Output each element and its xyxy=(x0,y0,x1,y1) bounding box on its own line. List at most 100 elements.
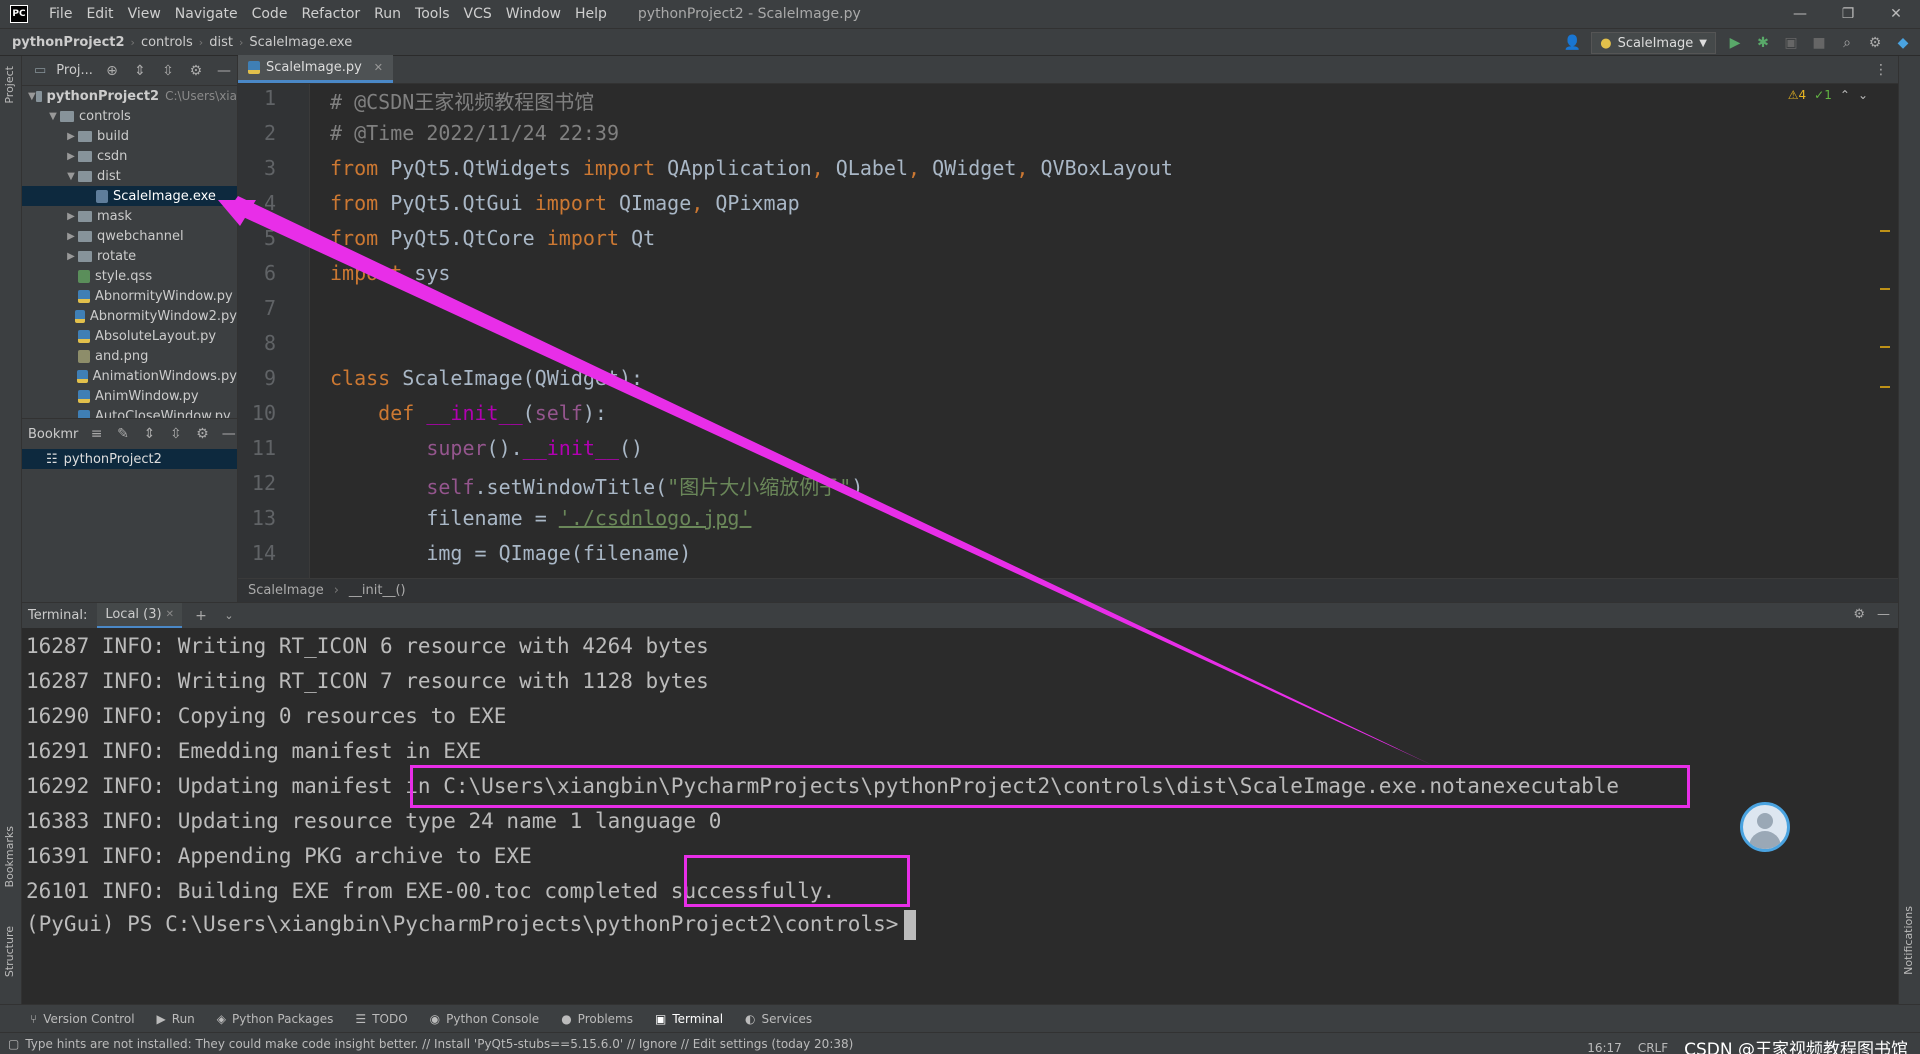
search-icon[interactable]: ⌕ xyxy=(1838,34,1856,52)
edit-icon[interactable]: ✎ xyxy=(115,425,131,443)
menu-edit[interactable]: Edit xyxy=(79,6,120,22)
code-line[interactable]: class ScaleImage(QWidget): xyxy=(330,366,643,390)
restore-button[interactable]: ❐ xyxy=(1824,0,1872,28)
stop-icon[interactable]: ■ xyxy=(1810,34,1828,52)
tree-item-build[interactable]: ▶ build xyxy=(22,126,237,146)
list-icon[interactable]: ≡ xyxy=(88,425,104,443)
pycharm-logo-icon[interactable]: PC xyxy=(10,5,28,23)
user-icon[interactable]: 👤 xyxy=(1563,34,1581,52)
code-line[interactable]: from PyQt5.QtWidgets import QApplication… xyxy=(330,156,1173,180)
tree-item-mask[interactable]: ▶ mask xyxy=(22,206,237,226)
more-icon[interactable]: ⋮ xyxy=(1872,61,1890,79)
chevron-right-icon[interactable]: ▶ xyxy=(64,131,78,142)
gear-icon[interactable]: ⚙ xyxy=(1866,34,1884,52)
tree-item-qwebchannel[interactable]: ▶ qwebchannel xyxy=(22,226,237,246)
breadcrumb-controls[interactable]: controls xyxy=(141,35,193,50)
tree-item-autoclosewindow-py[interactable]: AutoCloseWindow.py xyxy=(22,406,237,418)
avatar[interactable] xyxy=(1740,802,1790,852)
chevron-right-icon[interactable]: ▶ xyxy=(64,231,78,242)
gear-icon[interactable]: ⚙ xyxy=(194,425,210,443)
caret-position[interactable]: 16:17 xyxy=(1587,1041,1622,1054)
project-tool-tab[interactable]: Project xyxy=(3,66,16,104)
line-number-gutter[interactable]: 1 2 3 4 5 6 7 8 9 10 11 12 13 14 xyxy=(238,84,310,578)
code-line[interactable]: img = QImage(filename) xyxy=(330,541,691,565)
code-line[interactable]: # @Time 2022/11/24 22:39 xyxy=(330,121,619,145)
code-line[interactable]: def __init__(self): xyxy=(330,401,607,425)
tree-root[interactable]: ▼ pythonProject2 C:\Users\xia xyxy=(22,86,237,106)
tree-item-controls[interactable]: ▼ controls xyxy=(22,106,237,126)
terminal-output[interactable]: 16287 INFO: Writing RT_ICON 6 resource w… xyxy=(22,628,1898,1004)
minimize-button[interactable]: — xyxy=(1776,0,1824,28)
close-button[interactable]: ✕ xyxy=(1872,0,1920,28)
tree-item-abnormitywindow-py[interactable]: AbnormityWindow.py xyxy=(22,286,237,306)
bookmarks-panel-title[interactable]: Bookmr xyxy=(28,427,78,442)
breadcrumb-method[interactable]: __init__() xyxy=(349,583,406,598)
expand-all-icon[interactable]: ⇕ xyxy=(131,62,149,80)
chevron-right-icon[interactable]: ▶ xyxy=(64,251,78,262)
tree-item-animwindow-py[interactable]: AnimWindow.py xyxy=(22,386,237,406)
project-panel-title[interactable]: Proj... xyxy=(56,63,93,78)
tool-python-console[interactable]: ◉ Python Console xyxy=(430,1012,540,1026)
bookmark-item[interactable]: ☷ pythonProject2 xyxy=(22,449,237,469)
gear-icon[interactable]: ⚙ xyxy=(1853,607,1865,622)
warning-stripe-marker[interactable] xyxy=(1880,346,1890,348)
notifications-tool-tab[interactable]: Notifications xyxy=(1902,906,1915,975)
code-line[interactable]: from PyQt5.QtCore import Qt xyxy=(330,226,655,250)
hide-icon[interactable]: — xyxy=(215,62,233,80)
debug-icon[interactable]: ✱ xyxy=(1754,34,1772,52)
breadcrumb-file[interactable]: ScaleImage.exe xyxy=(249,35,352,50)
menu-refactor[interactable]: Refactor xyxy=(294,6,367,22)
breadcrumb-project[interactable]: pythonProject2 xyxy=(12,35,125,50)
warning-stripe-marker[interactable] xyxy=(1880,386,1890,388)
code-line[interactable]: super().__init__() xyxy=(330,436,643,460)
tab-local-3[interactable]: Local (3) ✕ xyxy=(97,602,182,629)
tool-terminal[interactable]: ▣ Terminal xyxy=(655,1012,723,1026)
code-line[interactable]: # @CSDN王家视频教程图书馆 xyxy=(330,86,594,115)
code-editor[interactable]: 1 2 3 4 5 6 7 8 9 10 11 12 13 14 ⚠4 ✓1 ⌃ ⌄ # @CSDN王家视… xyxy=(238,84,1898,578)
line-separator[interactable]: CRLF xyxy=(1638,1041,1668,1054)
menu-navigate[interactable]: Navigate xyxy=(168,6,245,22)
menu-tools[interactable]: Tools xyxy=(408,6,457,22)
tree-item-and-png[interactable]: and.png xyxy=(22,346,237,366)
tab-scaleimage-py[interactable]: ScaleImage.py ✕ xyxy=(238,55,393,83)
tool-problems[interactable]: ● Problems xyxy=(561,1012,633,1026)
warning-stripe-marker[interactable] xyxy=(1880,230,1890,232)
menu-run[interactable]: Run xyxy=(367,6,408,22)
run-configuration-select[interactable]: ● ScaleImage ▼ xyxy=(1591,32,1716,54)
hide-icon[interactable]: — xyxy=(1877,607,1890,622)
chevron-right-icon[interactable]: ▶ xyxy=(64,211,78,222)
menu-window[interactable]: Window xyxy=(499,6,568,22)
menu-help[interactable]: Help xyxy=(568,6,614,22)
warning-stripe-marker[interactable] xyxy=(1880,288,1890,290)
tree-item-dist[interactable]: ▼ dist xyxy=(22,166,237,186)
tree-item-csdn[interactable]: ▶ csdn xyxy=(22,146,237,166)
tree-item-scaleimage-exe[interactable]: ScaleImage.exe xyxy=(22,186,237,206)
chevron-down-icon[interactable]: ▼ xyxy=(64,171,78,182)
tool-todo[interactable]: ☰ TODO xyxy=(355,1012,407,1026)
chevron-down-icon[interactable]: ▼ xyxy=(46,111,60,122)
chevron-up-icon[interactable]: ⌃ xyxy=(1840,88,1850,102)
bookmarks-tool-tab[interactable]: Bookmarks xyxy=(3,826,16,887)
chevron-right-icon[interactable]: ▶ xyxy=(64,151,78,162)
tree-item-absolutelayout-py[interactable]: AbsoluteLayout.py xyxy=(22,326,237,346)
code-line[interactable]: from PyQt5.QtGui import QImage, QPixmap xyxy=(330,191,800,215)
menu-code[interactable]: Code xyxy=(245,6,295,22)
tool-version-control[interactable]: ⑂ Version Control xyxy=(30,1012,135,1026)
chevron-down-icon[interactable]: ⌄ xyxy=(1858,88,1868,102)
code-line[interactable]: self.setWindowTitle("图片大小缩放例子") xyxy=(330,471,863,500)
tree-item-style-qss[interactable]: style.qss xyxy=(22,266,237,286)
collapse-all-icon[interactable]: ⇳ xyxy=(159,62,177,80)
tool-run[interactable]: ▶ Run xyxy=(157,1012,195,1026)
status-message[interactable]: Type hints are not installed: They could… xyxy=(25,1037,853,1051)
menu-view[interactable]: View xyxy=(121,6,168,22)
gear-icon[interactable]: ⚙ xyxy=(187,62,205,80)
collapse-all-icon[interactable]: ⇳ xyxy=(168,425,184,443)
coverage-icon[interactable]: ▣ xyxy=(1782,34,1800,52)
tool-services[interactable]: ◐ Services xyxy=(745,1012,812,1026)
close-icon[interactable]: ✕ xyxy=(166,609,174,620)
locate-icon[interactable]: ⊕ xyxy=(103,62,121,80)
add-icon[interactable]: + xyxy=(192,607,210,625)
tree-item-animationwindows-py[interactable]: AnimationWindows.py xyxy=(22,366,237,386)
code-line[interactable]: filename = './csdnlogo.jpg' xyxy=(330,506,751,530)
tree-item-rotate[interactable]: ▶ rotate xyxy=(22,246,237,266)
